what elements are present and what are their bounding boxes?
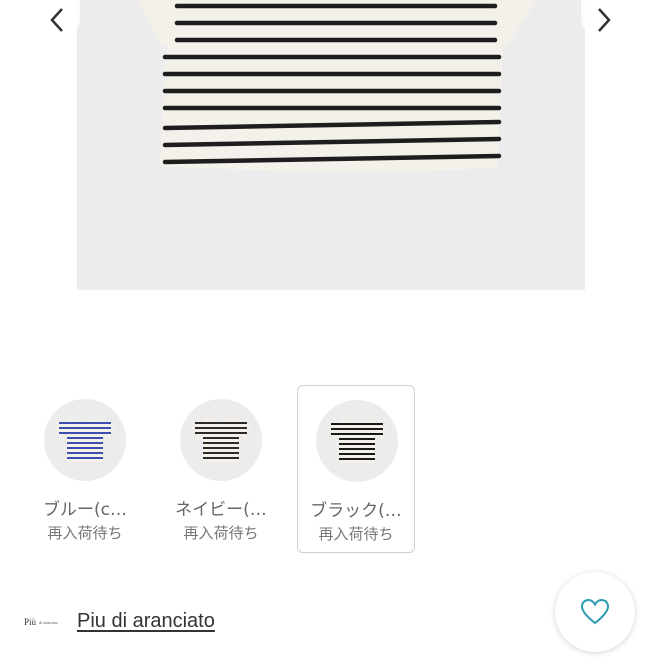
mini-shirt-image	[191, 418, 251, 462]
carousel-prev-button[interactable]	[34, 0, 80, 40]
variant-swatch-black[interactable]: ブラック(… 再入荷待ち	[297, 385, 415, 553]
variant-thumbnail	[44, 399, 126, 481]
variant-swatch-blue[interactable]: ブルー(c… 再入荷待ち	[26, 385, 144, 553]
brand-name-link[interactable]: Piu di aranciato	[77, 610, 215, 633]
variant-status: 再入荷待ち	[183, 524, 259, 542]
favorite-button[interactable]	[555, 572, 635, 652]
variant-thumbnail	[316, 400, 398, 482]
brand-logo-main: Più	[24, 617, 37, 627]
variant-thumbnail	[180, 399, 262, 481]
variant-name: ブルー(c…	[43, 500, 127, 520]
mini-shirt-image	[55, 418, 115, 462]
chevron-right-icon	[598, 8, 611, 32]
variant-name: ブラック(…	[310, 501, 402, 521]
mini-shirt-image	[327, 419, 387, 463]
product-main-image[interactable]	[77, 0, 585, 290]
carousel-next-button[interactable]	[581, 0, 627, 40]
brand-logo-sub: di aranciato	[39, 619, 58, 625]
striped-shirt-image	[137, 0, 537, 172]
variant-status: 再入荷待ち	[47, 524, 123, 542]
chevron-left-icon	[50, 8, 63, 32]
variant-name: ネイビー(…	[175, 500, 267, 520]
heart-icon	[580, 598, 610, 625]
brand-logo: Più di aranciato	[24, 614, 64, 630]
variant-status: 再入荷待ち	[318, 525, 394, 543]
variant-swatch-navy[interactable]: ネイビー(… 再入荷待ち	[162, 385, 280, 553]
